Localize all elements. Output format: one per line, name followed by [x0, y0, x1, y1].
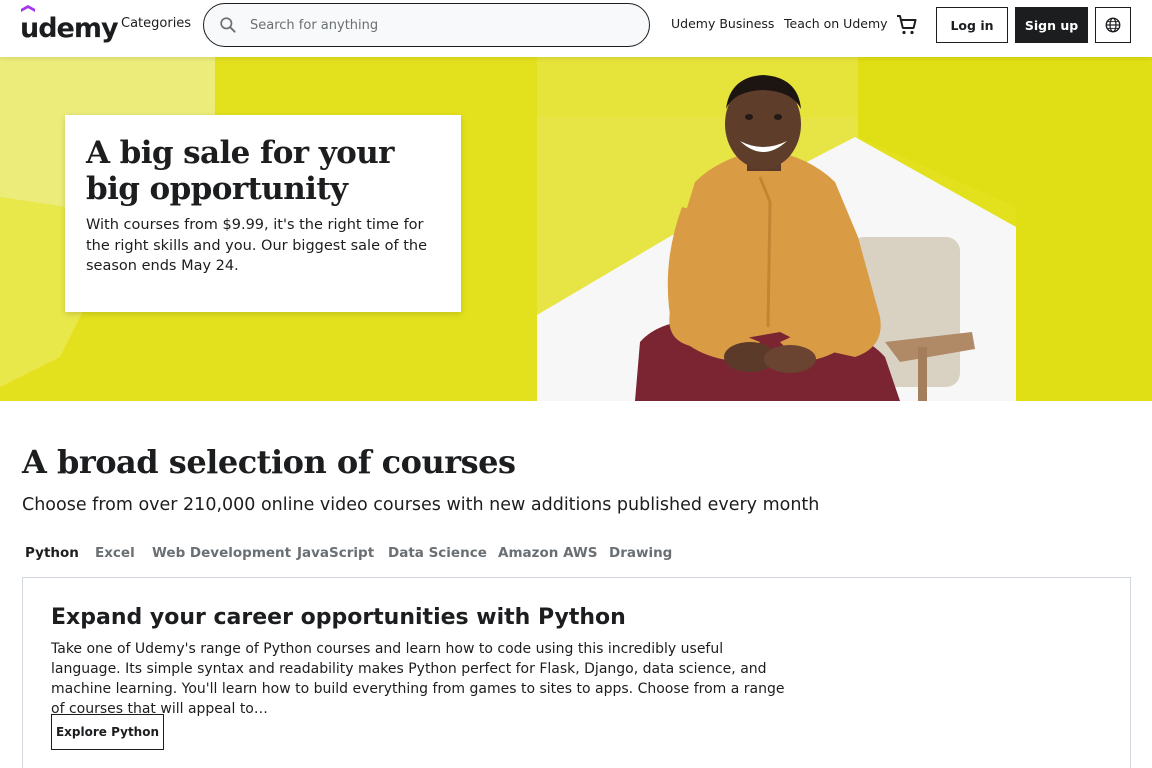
tab-drawing[interactable]: Drawing — [609, 545, 672, 561]
panel-description: Take one of Udemy's range of Python cour… — [51, 641, 785, 717]
categories-menu[interactable]: Categories — [121, 16, 191, 31]
logo-hat-icon — [21, 5, 35, 12]
explore-python-button[interactable]: Explore Python — [51, 714, 164, 750]
search-icon[interactable] — [218, 15, 238, 35]
tab-data-science[interactable]: Data Science — [388, 545, 487, 561]
tab-excel[interactable]: Excel — [95, 545, 135, 561]
search-input[interactable] — [250, 4, 630, 46]
login-button[interactable]: Log in — [936, 7, 1008, 43]
tab-python[interactable]: Python — [25, 545, 79, 561]
hero-promo-card: A big sale for your big opportunity With… — [65, 115, 461, 312]
hero-banner: A big sale for your big opportunity With… — [0, 57, 1152, 401]
cart-icon[interactable] — [895, 13, 919, 37]
panel-title: Expand your career opportunities with Py… — [51, 605, 626, 630]
tab-web-development[interactable]: Web Development — [152, 545, 291, 561]
search-bar — [203, 3, 650, 47]
globe-icon — [1105, 17, 1121, 33]
top-navigation-bar: udemy Categories Udemy Business Teach on… — [0, 0, 1152, 57]
tab-amazon-aws[interactable]: Amazon AWS — [498, 545, 598, 561]
tab-javascript[interactable]: JavaScript — [297, 545, 374, 561]
logo-wordmark: udemy — [20, 13, 119, 44]
hero-person-image — [635, 75, 975, 401]
signup-button[interactable]: Sign up — [1015, 7, 1088, 43]
udemy-logo[interactable]: udemy — [20, 5, 119, 44]
hero-description: With courses from $9.99, it's the right … — [86, 217, 427, 274]
courses-section-subtitle: Choose from over 210,000 online video co… — [22, 495, 820, 515]
udemy-business-link[interactable]: Udemy Business — [671, 16, 774, 31]
language-button[interactable] — [1095, 7, 1131, 43]
hero-title: A big sale for your big opportunity — [86, 135, 395, 207]
teach-on-udemy-link[interactable]: Teach on Udemy — [784, 16, 888, 31]
course-category-panel: Expand your career opportunities with Py… — [22, 577, 1131, 768]
courses-section-title: A broad selection of courses — [22, 443, 516, 481]
